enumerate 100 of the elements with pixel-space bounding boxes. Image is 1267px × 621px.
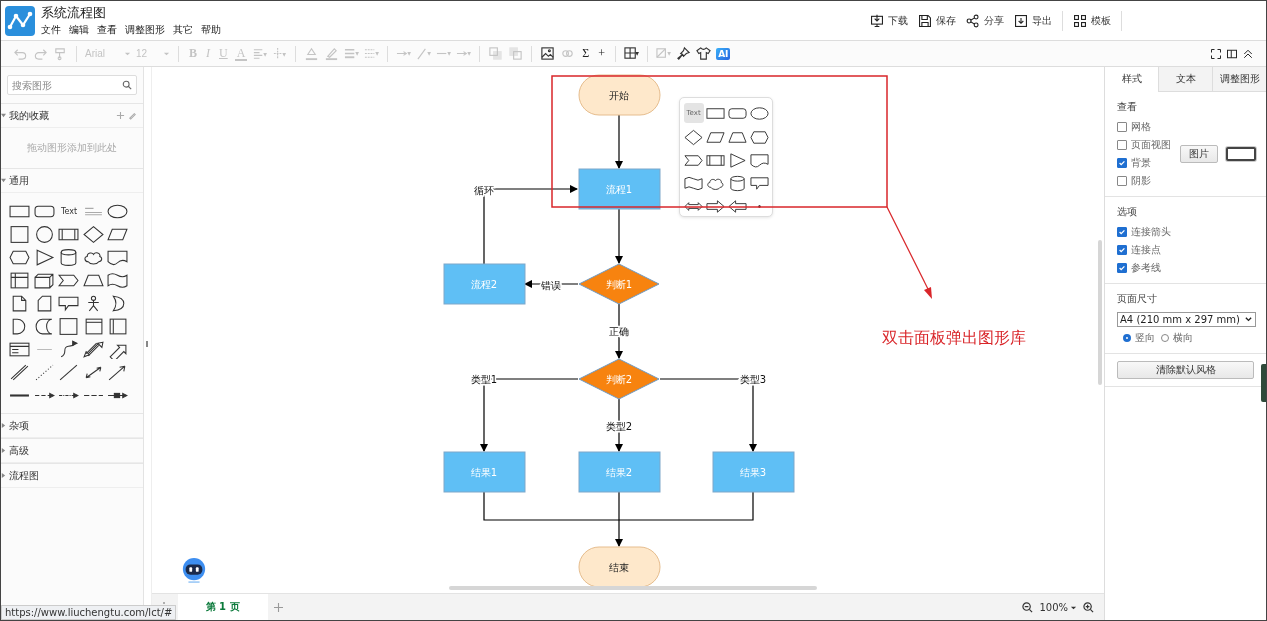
diamond-icon[interactable] xyxy=(683,129,703,146)
menu-item[interactable]: 其它 xyxy=(173,23,193,37)
checkbox[interactable] xyxy=(1117,227,1127,237)
ellipse-icon[interactable] xyxy=(749,105,769,122)
text-shape[interactable]: Text xyxy=(58,202,80,221)
cylinder-icon[interactable] xyxy=(727,175,747,192)
checkbox[interactable] xyxy=(1117,122,1127,132)
section-title: 查看 xyxy=(1117,100,1138,114)
tape-shape-icon[interactable] xyxy=(107,271,128,290)
insert-button[interactable]: + xyxy=(596,46,608,61)
cube-icon[interactable] xyxy=(33,271,55,290)
checkbox[interactable] xyxy=(1117,158,1127,168)
fullscreen-icon[interactable] xyxy=(1210,47,1222,60)
menu-item[interactable]: 查看 xyxy=(97,23,117,37)
diamond-icon[interactable] xyxy=(82,225,104,244)
robot-assistant-icon[interactable] xyxy=(180,556,207,584)
data-storage-icon[interactable] xyxy=(33,317,55,336)
list-shape-icon[interactable] xyxy=(9,340,30,359)
checkbox-label: 参考线 xyxy=(1131,261,1161,275)
ai-button[interactable]: AI xyxy=(716,47,731,60)
panel-toggle-icon[interactable] xyxy=(1226,47,1238,60)
arrow-line-icon[interactable] xyxy=(107,363,128,382)
table-icon[interactable] xyxy=(624,46,640,61)
checkbox[interactable] xyxy=(1117,140,1127,150)
checkbox[interactable] xyxy=(1117,263,1127,273)
terminator-node[interactable]: 结束 xyxy=(578,546,661,588)
background-color-swatch[interactable] xyxy=(1226,147,1256,161)
rounded-rectangle-icon[interactable] xyxy=(727,105,747,122)
collapse-icon[interactable] xyxy=(1242,47,1254,60)
checkbox[interactable] xyxy=(1117,176,1127,186)
page-tab[interactable]: 第 1 页 xyxy=(177,594,268,620)
splitter-handle[interactable] xyxy=(146,340,149,347)
horizontal-scrollbar[interactable] xyxy=(448,586,817,590)
page-size-select[interactable]: A4 (210 mm x 297 mm) xyxy=(1117,312,1256,327)
menu-item[interactable]: 帮助 xyxy=(201,23,221,37)
parallelogram-icon[interactable] xyxy=(705,129,725,146)
category-label: 我的收藏 xyxy=(9,108,49,123)
category-label: 高级 xyxy=(9,443,29,458)
process-shape-icon[interactable] xyxy=(705,152,725,169)
double-line-icon[interactable] xyxy=(9,363,30,382)
hexagon-icon[interactable] xyxy=(9,248,30,267)
square-icon[interactable] xyxy=(9,225,30,244)
checkbox-label: 连接箭头 xyxy=(1131,225,1171,239)
curved-arrow-icon[interactable] xyxy=(58,340,79,359)
square-icon[interactable] xyxy=(58,317,79,336)
toolbar-action-button[interactable]: 分享 xyxy=(966,11,1004,30)
hexagon-icon[interactable] xyxy=(749,129,769,146)
tape-shape-icon[interactable] xyxy=(683,175,703,192)
caret-icon xyxy=(163,50,170,57)
document-shape-icon[interactable] xyxy=(749,152,769,169)
toolbar-action-button[interactable]: 导出 xyxy=(1014,11,1052,30)
triangle-icon[interactable] xyxy=(727,152,747,169)
panel-tab[interactable]: 调整图形 xyxy=(1212,67,1266,92)
add-page-icon[interactable] xyxy=(273,602,283,612)
terminator-node[interactable]: 开始 xyxy=(578,74,661,116)
toolbar-action-button[interactable]: 下载 xyxy=(870,11,908,30)
step-shape-icon[interactable] xyxy=(683,152,703,169)
dotted-line-icon[interactable] xyxy=(33,363,55,382)
category-header[interactable]: 杂项 xyxy=(1,413,143,438)
edge-label: 类型1 xyxy=(470,374,497,385)
cylinder-icon[interactable] xyxy=(58,248,79,267)
callout-icon[interactable] xyxy=(749,175,769,192)
reset-style-button[interactable]: 清除默认风格 xyxy=(1117,361,1254,379)
image-button[interactable]: 图片 xyxy=(1180,145,1218,163)
search-field[interactable]: 搜索图形 xyxy=(7,75,137,95)
checkbox-label: 背景 xyxy=(1131,156,1151,170)
callout-icon[interactable] xyxy=(58,294,79,313)
container-icon[interactable] xyxy=(107,317,128,336)
formula-button[interactable]: Σ xyxy=(580,46,592,61)
vertical-scrollbar[interactable] xyxy=(1098,240,1102,385)
zoom-in-icon[interactable] xyxy=(1083,601,1094,613)
search-icon[interactable] xyxy=(121,80,132,90)
ellipse-icon[interactable] xyxy=(107,202,128,221)
zoom-level[interactable]: 100% xyxy=(1039,601,1077,613)
left-arrow-icon[interactable] xyxy=(727,198,747,215)
document-title[interactable]: 系统流程图 xyxy=(41,4,221,22)
radio-button[interactable] xyxy=(1123,334,1131,342)
category-header[interactable]: 通用 xyxy=(1,168,143,193)
menu-item[interactable]: 调整图形 xyxy=(125,23,165,37)
line-icon[interactable] xyxy=(58,363,79,382)
circle-icon[interactable] xyxy=(33,225,55,244)
rectangle-icon[interactable] xyxy=(705,105,725,122)
pin-icon[interactable] xyxy=(676,46,692,61)
menu-item[interactable]: 文件 xyxy=(41,23,61,37)
checkbox[interactable] xyxy=(1117,245,1127,255)
shirt-icon[interactable] xyxy=(696,46,712,61)
double-arrow-icon[interactable] xyxy=(82,340,104,359)
menu-item[interactable]: 编辑 xyxy=(69,23,89,37)
internal-storage-icon[interactable] xyxy=(9,271,30,290)
category-header[interactable]: 高级 xyxy=(1,438,143,463)
template-icon xyxy=(1073,13,1087,28)
trapezoid-icon[interactable] xyxy=(727,129,747,146)
toolbar-action-button[interactable]: 保存 xyxy=(918,11,956,30)
document-shape-icon[interactable] xyxy=(107,248,128,267)
panel-tab[interactable]: 文本 xyxy=(1158,67,1212,92)
category-header[interactable]: 流程图 xyxy=(1,463,143,488)
zoom-out-icon[interactable] xyxy=(1022,601,1034,613)
image-icon[interactable] xyxy=(540,46,556,61)
toolbar-action-button[interactable]: 模板 xyxy=(1073,11,1111,30)
right-arrow-icon[interactable] xyxy=(705,198,725,215)
